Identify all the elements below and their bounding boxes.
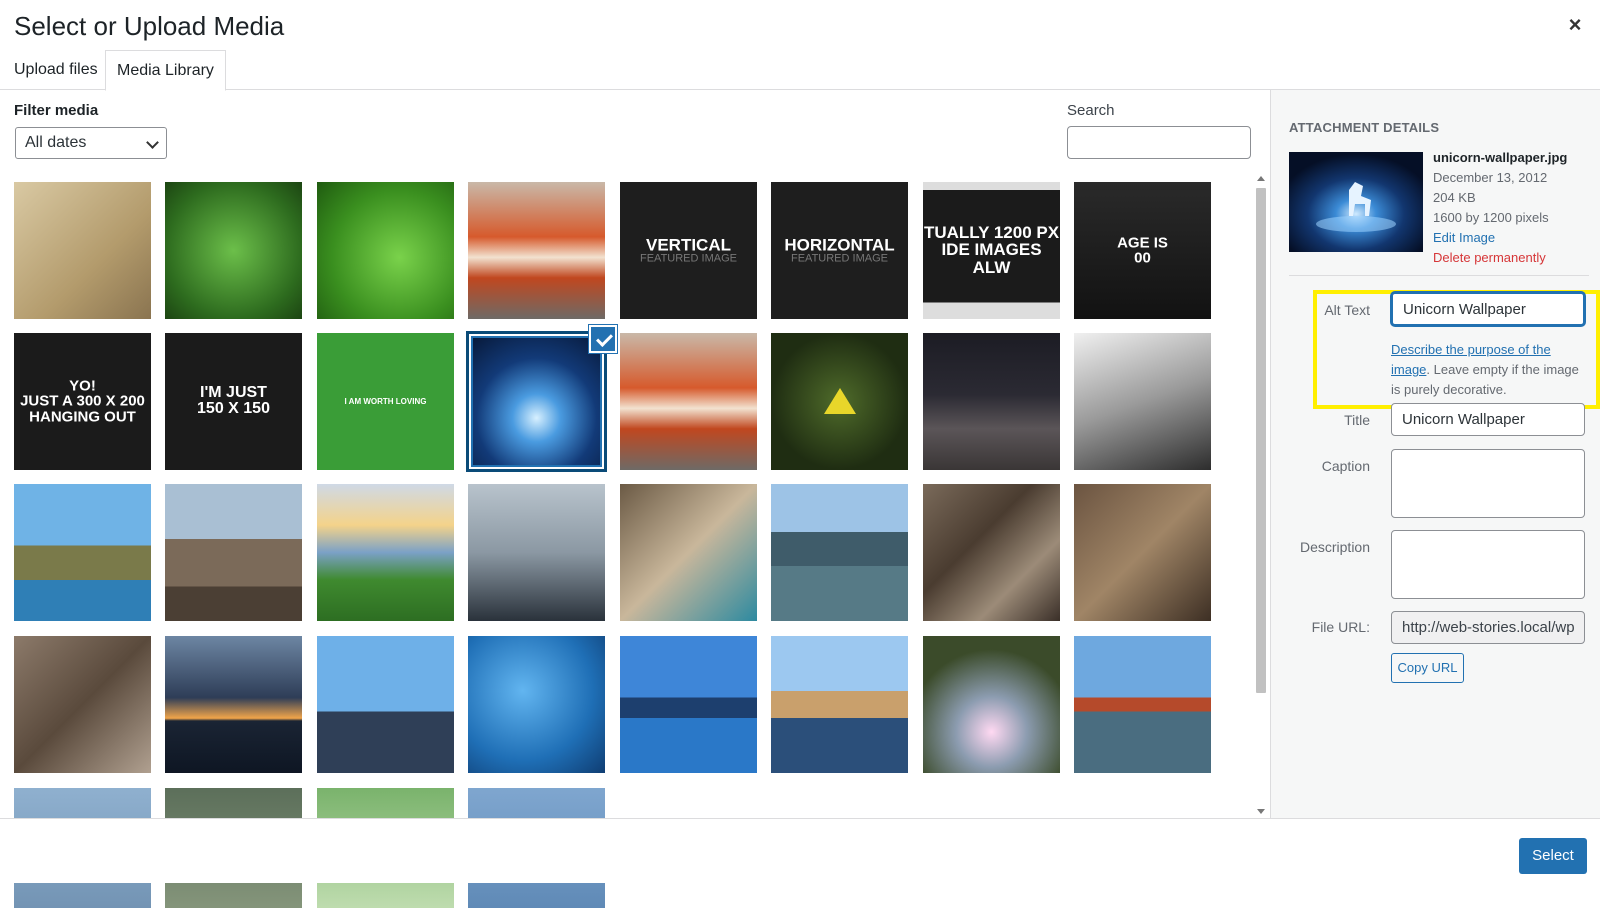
attachment-thumbnail[interactable] <box>468 182 605 319</box>
thumbnail-text: YO! JUST A 300 X 200 HANGING OUT <box>20 376 145 426</box>
description-textarea[interactable] <box>1391 530 1585 599</box>
filter-media-label: Filter media <box>14 102 99 119</box>
date-filter-value: All dates <box>25 134 87 151</box>
attachment-details-panel: Attachment Details unicorn-wallpaper.jpg <box>1270 90 1600 818</box>
attachment-thumbnail[interactable] <box>165 182 302 319</box>
attachment-thumbnail[interactable]: I AM WORTH LOVING <box>317 333 454 470</box>
scroll-up-arrow-icon[interactable] <box>1257 176 1265 181</box>
attachment-meta: unicorn-wallpaper.jpg December 13, 2012 … <box>1433 148 1567 268</box>
alt-text-input[interactable] <box>1391 292 1585 326</box>
caption-label: Caption <box>1321 458 1370 474</box>
attachment-details-heading: Attachment Details <box>1289 120 1440 135</box>
attachment-thumbnail[interactable] <box>1074 333 1211 470</box>
attachment-date: December 13, 2012 <box>1433 170 1548 185</box>
attachment-thumbnail[interactable] <box>165 636 302 773</box>
modal-title: Select or Upload Media <box>14 11 285 41</box>
attachment-thumbnail[interactable] <box>620 333 757 470</box>
caption-textarea[interactable] <box>1391 449 1585 518</box>
attachment-thumbnail[interactable]: AGE IS 00 <box>1074 182 1211 319</box>
attachment-thumbnail[interactable] <box>165 484 302 621</box>
attachment-thumbnail[interactable] <box>1074 636 1211 773</box>
attachment-thumbnail[interactable] <box>923 484 1060 621</box>
attachment-filename: unicorn-wallpaper.jpg <box>1433 150 1568 165</box>
tab-media-library[interactable]: Media Library <box>105 50 226 91</box>
attachment-thumbnail[interactable] <box>923 333 1060 470</box>
attachment-thumbnail[interactable] <box>620 636 757 773</box>
thumbnail-text: HORIZONTAL FEATURED IMAGE <box>784 234 895 265</box>
media-browser: Filter media All dates Search VERTICAL FE… <box>0 90 1270 908</box>
modal-footer: Select <box>0 818 1600 883</box>
tab-bar: Upload files Media Library <box>0 50 1600 91</box>
thumbnail-text: VERTICAL FEATURED IMAGE <box>640 234 737 265</box>
tab-upload-files[interactable]: Upload files <box>3 50 109 90</box>
alt-text-label: Alt Text <box>1324 302 1370 318</box>
attachment-filesize: 204 KB <box>1433 190 1476 205</box>
selected-image-preview <box>1289 152 1423 252</box>
description-label: Description <box>1299 539 1370 555</box>
attachment-thumbnail[interactable] <box>771 484 908 621</box>
alt-text-help: Describe the purpose of the image. Leave… <box>1391 340 1589 400</box>
attachment-thumbnail[interactable] <box>468 484 605 621</box>
attachment-thumbnail[interactable] <box>466 331 607 472</box>
media-modal: Select or Upload Media × Upload files Me… <box>0 0 1600 908</box>
title-input[interactable] <box>1391 403 1585 436</box>
thumbnail-text: I AM WORTH LOVING <box>344 396 427 406</box>
divider <box>1289 275 1589 276</box>
thumbnail-text: TUALLY 1200 PX IDE IMAGES ALW <box>923 222 1060 278</box>
attachment-thumbnail[interactable] <box>14 182 151 319</box>
attachment-thumbnail[interactable] <box>1074 484 1211 621</box>
attachment-thumbnail[interactable]: YO! JUST A 300 X 200 HANGING OUT <box>14 333 151 470</box>
select-button[interactable]: Select <box>1519 838 1587 874</box>
attachment-thumbnail[interactable] <box>317 484 454 621</box>
attachment-thumbnail[interactable] <box>317 636 454 773</box>
date-filter-select[interactable]: All dates <box>15 127 167 159</box>
attachment-thumbnail[interactable]: VERTICAL FEATURED IMAGE <box>620 182 757 319</box>
selected-check-icon[interactable] <box>589 325 617 353</box>
attachment-thumbnail[interactable]: HORIZONTAL FEATURED IMAGE <box>771 182 908 319</box>
close-icon[interactable]: × <box>1560 10 1590 40</box>
delete-permanently-link[interactable]: Delete permanently <box>1433 248 1567 268</box>
title-label: Title <box>1344 412 1370 428</box>
attachment-thumbnail[interactable] <box>771 333 908 470</box>
scrollbar-thumb[interactable] <box>1256 188 1266 693</box>
thumbnail-text: I'M JUST 150 X 150 <box>197 383 270 418</box>
scroll-down-arrow-icon[interactable] <box>1257 809 1265 814</box>
copy-url-button[interactable]: Copy URL <box>1391 653 1464 683</box>
attachment-thumbnail[interactable] <box>620 484 757 621</box>
attachment-thumbnail[interactable] <box>771 636 908 773</box>
attachments-grid: VERTICAL FEATURED IMAGE HORIZONTAL FEATURED… <box>14 182 1236 908</box>
grid-scrollbar[interactable] <box>1255 172 1267 820</box>
search-input[interactable] <box>1067 126 1251 159</box>
attachment-thumbnail[interactable] <box>317 182 454 319</box>
triforce-icon <box>824 388 856 414</box>
file-url-label: File URL: <box>1311 619 1370 635</box>
file-url-field[interactable]: http://web-stories.local/wp <box>1391 611 1585 644</box>
attachment-thumbnail[interactable] <box>14 636 151 773</box>
search-label: Search <box>1067 102 1115 119</box>
attachment-thumbnail[interactable]: TUALLY 1200 PX IDE IMAGES ALW <box>923 182 1060 319</box>
chevron-down-icon <box>146 136 159 149</box>
attachment-dimensions: 1600 by 1200 pixels <box>1433 210 1549 225</box>
edit-image-link[interactable]: Edit Image <box>1433 228 1567 248</box>
attachment-thumbnail[interactable]: I'M JUST 150 X 150 <box>165 333 302 470</box>
attachment-thumbnail[interactable] <box>468 636 605 773</box>
attachment-thumbnail[interactable] <box>923 636 1060 773</box>
attachment-thumbnail[interactable] <box>14 484 151 621</box>
thumbnail-text: AGE IS 00 <box>1117 233 1168 267</box>
